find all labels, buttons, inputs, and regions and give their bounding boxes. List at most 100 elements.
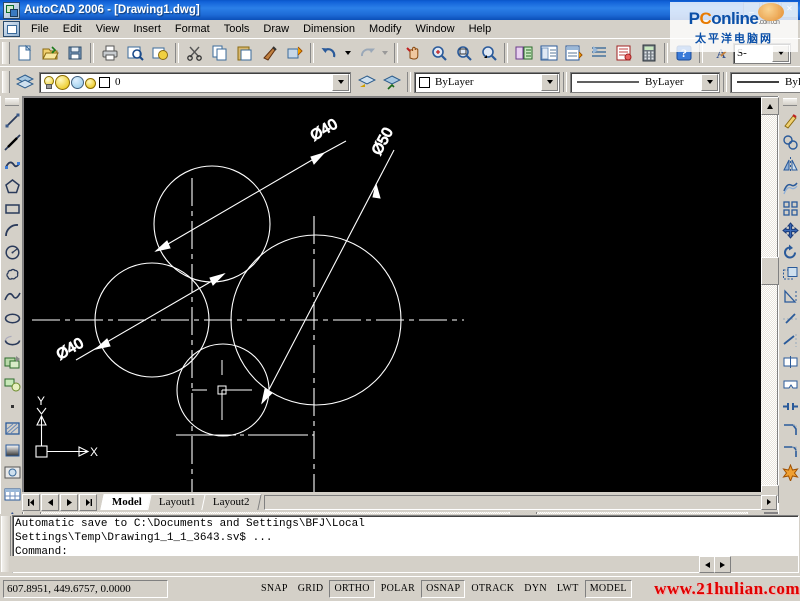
menu-modify[interactable]: Modify xyxy=(362,22,408,36)
fillet-icon[interactable] xyxy=(780,439,800,461)
text-style-combo[interactable]: S- xyxy=(733,42,791,64)
menu-draw[interactable]: Draw xyxy=(256,22,296,36)
status-toggle-snap[interactable]: SNAP xyxy=(257,581,292,597)
gradient-icon[interactable] xyxy=(2,439,22,461)
design-center-icon[interactable] xyxy=(536,41,561,66)
extend-icon[interactable] xyxy=(780,329,800,351)
linetype-control-combo[interactable]: ByLayer xyxy=(570,71,720,93)
trim-icon[interactable] xyxy=(780,307,800,329)
plot-preview-icon[interactable] xyxy=(122,41,147,66)
first-tab-icon[interactable] xyxy=(22,493,40,511)
menu-tools[interactable]: Tools xyxy=(217,22,257,36)
zoom-realtime-icon[interactable] xyxy=(426,41,451,66)
tool-palettes-icon[interactable] xyxy=(561,41,586,66)
menu-edit[interactable]: Edit xyxy=(56,22,89,36)
menu-insert[interactable]: Insert xyxy=(126,22,168,36)
redo-icon[interactable] xyxy=(354,41,379,66)
color-control-combo[interactable]: ByLayer xyxy=(414,71,560,93)
toolbar-grip[interactable] xyxy=(2,42,10,64)
cut-icon[interactable] xyxy=(182,41,207,66)
toolbar-grip[interactable] xyxy=(783,98,797,106)
toolbar-grip[interactable] xyxy=(5,98,19,106)
block-editor-icon[interactable] xyxy=(282,41,307,66)
lock-open-icon[interactable] xyxy=(85,76,98,89)
status-toggle-lwt[interactable]: LWT xyxy=(553,581,583,597)
chevron-down-icon[interactable] xyxy=(541,73,558,91)
help-icon[interactable]: ? xyxy=(671,41,696,66)
insert-block-icon[interactable] xyxy=(2,373,22,395)
plot-icon[interactable] xyxy=(97,41,122,66)
make-object-layer-current-icon[interactable] xyxy=(379,70,404,95)
layer-control-combo[interactable]: 0 xyxy=(39,71,351,93)
canvas-vertical-scrollbar[interactable] xyxy=(761,97,779,503)
text-style-icon[interactable]: A xyxy=(706,41,731,66)
scale-icon[interactable] xyxy=(780,263,800,285)
construction-line-icon[interactable] xyxy=(2,131,22,153)
polyline-icon[interactable] xyxy=(2,153,22,175)
tab-model[interactable]: Model xyxy=(100,494,154,510)
toolbar-grip[interactable] xyxy=(2,71,10,93)
minimize-button[interactable]: _ xyxy=(743,2,760,18)
sheet-set-icon[interactable] xyxy=(586,41,611,66)
lineweight-control-combo[interactable]: ByLayer xyxy=(730,71,800,93)
chevron-down-icon[interactable] xyxy=(772,44,789,62)
rectangle-icon[interactable] xyxy=(2,197,22,219)
redo-dropdown-icon[interactable] xyxy=(379,41,391,66)
make-block-icon[interactable] xyxy=(2,351,22,373)
paste-icon[interactable] xyxy=(232,41,257,66)
menu-view[interactable]: View xyxy=(89,22,127,36)
close-button[interactable]: ✕ xyxy=(781,2,798,18)
freeze-sun-icon[interactable] xyxy=(55,74,70,90)
break-icon[interactable] xyxy=(780,373,800,395)
mirror-icon[interactable] xyxy=(780,153,800,175)
table-icon[interactable] xyxy=(2,483,22,505)
menu-window[interactable]: Window xyxy=(408,22,461,36)
status-toggle-polar[interactable]: POLAR xyxy=(377,581,419,597)
vscroll-thumb[interactable] xyxy=(761,257,779,285)
status-toggle-dyn[interactable]: DYN xyxy=(520,581,551,597)
revision-cloud-icon[interactable] xyxy=(2,263,22,285)
color-swatch-icon[interactable] xyxy=(99,76,110,88)
tab-scroll-area[interactable] xyxy=(264,494,778,510)
document-control-icon[interactable] xyxy=(3,21,20,37)
publish-icon[interactable] xyxy=(147,41,172,66)
menu-help[interactable]: Help xyxy=(462,22,499,36)
status-toggle-ortho[interactable]: ORTHO xyxy=(329,580,375,598)
status-toggle-otrack[interactable]: OTRACK xyxy=(467,581,518,597)
prev-tab-icon[interactable] xyxy=(41,493,59,511)
break-at-point-icon[interactable] xyxy=(780,351,800,373)
menu-file[interactable]: File xyxy=(24,22,56,36)
maximize-button[interactable]: □ xyxy=(762,2,779,18)
command-scrollbar[interactable] xyxy=(9,556,798,573)
properties-icon[interactable] xyxy=(511,41,536,66)
drawing-area[interactable]: Ø40 Ø40 Ø50 Y X xyxy=(22,96,779,517)
save-icon[interactable] xyxy=(62,41,87,66)
menu-dimension[interactable]: Dimension xyxy=(296,22,362,36)
quickcalc-icon[interactable] xyxy=(636,41,661,66)
tab-layout1[interactable]: Layout1 xyxy=(147,494,208,510)
erase-icon[interactable] xyxy=(780,109,800,131)
match-properties-icon[interactable] xyxy=(257,41,282,66)
layer-previous-icon[interactable] xyxy=(354,70,379,95)
rotate-icon[interactable] xyxy=(780,241,800,263)
ellipse-arc-icon[interactable] xyxy=(2,329,22,351)
join-icon[interactable] xyxy=(780,395,800,417)
tab-layout2[interactable]: Layout2 xyxy=(200,494,261,510)
explode-icon[interactable] xyxy=(780,461,800,483)
chamfer-icon[interactable] xyxy=(780,417,800,439)
spline-icon[interactable] xyxy=(2,285,22,307)
model-space-canvas[interactable]: Ø40 Ø40 Ø50 Y X xyxy=(24,98,762,500)
move-icon[interactable] xyxy=(780,219,800,241)
array-icon[interactable] xyxy=(780,197,800,219)
undo-icon[interactable] xyxy=(317,41,342,66)
next-tab-icon[interactable] xyxy=(60,493,78,511)
chevron-down-icon[interactable] xyxy=(701,73,718,91)
stretch-icon[interactable] xyxy=(780,285,800,307)
copy-object-icon[interactable] xyxy=(780,131,800,153)
chevron-down-icon[interactable] xyxy=(332,73,349,91)
freeze-viewport-icon[interactable] xyxy=(71,75,84,89)
region-icon[interactable] xyxy=(2,461,22,483)
polygon-icon[interactable] xyxy=(2,175,22,197)
vscroll-track[interactable] xyxy=(761,113,777,485)
new-icon[interactable] xyxy=(12,41,37,66)
